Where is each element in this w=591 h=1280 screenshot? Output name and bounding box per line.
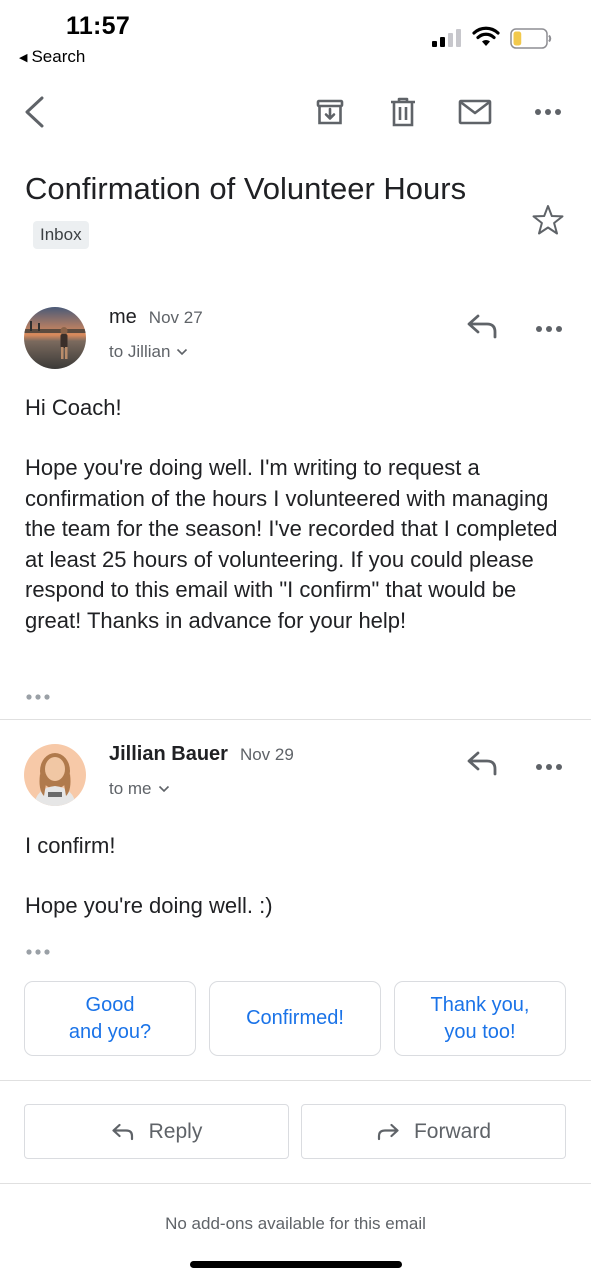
message-more-button[interactable] <box>535 320 565 332</box>
cellular-signal-icon <box>432 29 461 47</box>
smart-reply-chip[interactable]: Good and you? <box>24 981 196 1056</box>
forward-icon <box>377 1123 399 1140</box>
recipient-dropdown[interactable]: to Jillian <box>109 342 188 362</box>
forward-button[interactable]: Forward <box>301 1104 566 1159</box>
section-divider <box>0 1080 591 1081</box>
smart-reply-line: Thank you, <box>430 993 530 1016</box>
star-button[interactable] <box>530 202 566 238</box>
smart-reply-line: you too! <box>444 1020 516 1043</box>
smart-reply-label: Thank you, you too! <box>431 992 530 1046</box>
status-time: 11:57 <box>66 12 131 40</box>
smart-reply-label: Confirmed! <box>246 1007 344 1029</box>
delete-button[interactable] <box>383 92 423 132</box>
back-arrow-icon <box>25 96 44 128</box>
message-text-line: I confirm! <box>25 833 116 858</box>
reply-icon <box>112 1123 133 1140</box>
smart-reply-chip[interactable]: Confirmed! <box>209 981 381 1056</box>
inbox-label-badge[interactable]: Inbox <box>33 220 89 249</box>
reply-icon <box>467 751 497 776</box>
mail-icon <box>458 99 492 125</box>
sender-name: me <box>109 306 137 328</box>
forward-label: Forward <box>413 1119 492 1143</box>
addons-message: No add-ons available for this email <box>165 1214 426 1233</box>
archive-icon <box>316 99 344 125</box>
chevron-down-icon <box>177 348 188 356</box>
message-reply-button[interactable] <box>465 748 501 778</box>
message-1-header: me Nov 27 <box>109 306 203 329</box>
message-reply-button[interactable] <box>465 311 501 341</box>
archive-button[interactable] <box>310 92 350 132</box>
show-trimmed-content-button[interactable] <box>25 943 53 955</box>
more-icon <box>535 109 561 115</box>
home-indicator[interactable] <box>190 1261 402 1268</box>
ellipsis-icon <box>26 694 50 700</box>
smart-reply-label: Good and you? <box>69 992 151 1046</box>
mark-unread-button[interactable] <box>455 92 495 132</box>
trash-icon <box>391 97 415 127</box>
back-to-search-link[interactable]: ◀ Search <box>19 47 85 67</box>
email-subject: Confirmation of Volunteer Hours Inbox <box>25 165 495 261</box>
avatar[interactable] <box>24 307 86 369</box>
message-body: Hope you're doing well. I'm writing to r… <box>25 455 558 633</box>
message-date: Nov 29 <box>239 745 294 764</box>
wifi-icon <box>472 26 500 46</box>
toolbar-more-button[interactable] <box>528 92 568 132</box>
sender-avatar-photo <box>24 307 86 369</box>
message-date: Nov 27 <box>148 308 203 327</box>
more-icon <box>536 764 562 770</box>
smart-reply-chip[interactable]: Thank you, you too! <box>394 981 566 1056</box>
battery-icon <box>510 28 552 49</box>
back-to-search-label: Search <box>31 47 86 66</box>
message-greeting: Hi Coach! <box>25 395 122 420</box>
reply-label: Reply <box>148 1119 203 1143</box>
sender-name: Jillian Bauer <box>109 743 228 765</box>
back-arrow-button[interactable] <box>14 92 54 132</box>
recipient-label: to me <box>109 779 152 798</box>
recipient-label: to Jillian <box>109 342 171 361</box>
ellipsis-icon <box>26 949 50 955</box>
chevron-down-icon <box>158 785 169 793</box>
section-divider <box>0 1183 591 1184</box>
star-icon <box>532 205 564 235</box>
message-2-header: Jillian Bauer Nov 29 <box>109 743 294 766</box>
message-text-line: Hope you're doing well. :) <box>25 893 273 918</box>
smart-reply-line: and you? <box>68 1020 152 1043</box>
reply-button[interactable]: Reply <box>24 1104 289 1159</box>
reply-icon <box>467 314 497 339</box>
sender-avatar-photo <box>24 744 86 806</box>
message-more-button[interactable] <box>535 758 565 770</box>
subject-text: Confirmation of Volunteer Hours <box>25 171 467 206</box>
smart-reply-line: Good <box>85 993 135 1016</box>
back-triangle-icon: ◀ <box>19 51 28 64</box>
more-icon <box>536 326 562 332</box>
avatar[interactable] <box>24 744 86 806</box>
recipient-dropdown[interactable]: to me <box>109 779 170 799</box>
message-divider <box>0 719 591 720</box>
show-trimmed-content-button[interactable] <box>25 688 53 700</box>
